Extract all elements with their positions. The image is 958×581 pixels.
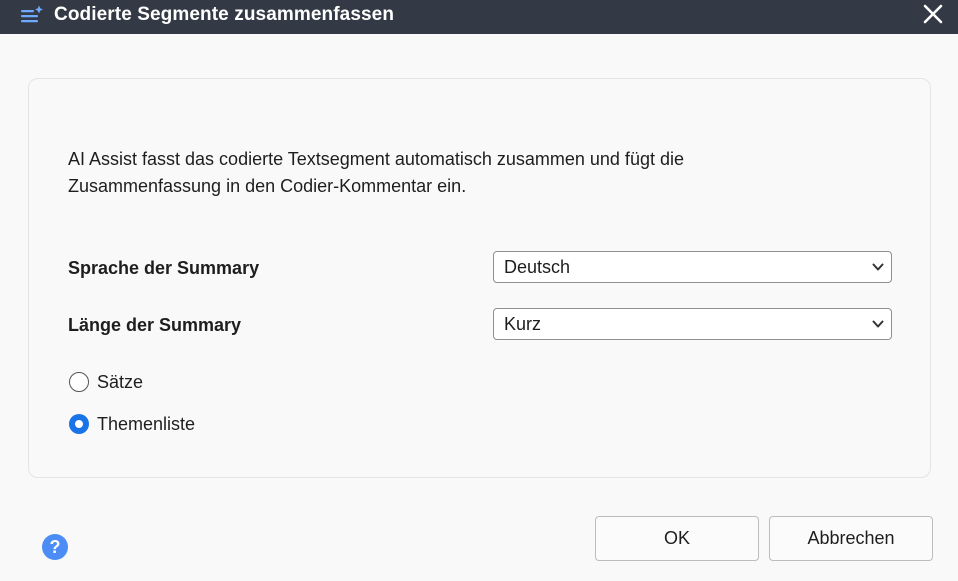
language-label: Sprache der Summary — [68, 258, 260, 278]
ok-button[interactable]: OK — [595, 516, 759, 561]
description-line-2: Zusammenfassung in den Codier-Kommentar … — [68, 176, 467, 196]
language-select-value: Deutsch — [504, 257, 571, 277]
radio-label-themenliste: Themenliste — [97, 414, 196, 434]
description-text: AI Assist fasst das codierte Textsegment… — [68, 146, 828, 200]
dialog-title: Codierte Segmente zusammenfassen — [54, 4, 395, 25]
chevron-down-icon — [872, 263, 884, 271]
language-select[interactable]: Deutsch — [493, 251, 892, 283]
length-select-value: Kurz — [504, 314, 542, 334]
radio-label-saetze: Sätze — [97, 372, 144, 392]
chevron-down-icon — [872, 320, 884, 328]
help-icon[interactable]: ? — [42, 534, 68, 560]
length-label: Länge der Summary — [68, 315, 242, 335]
length-select[interactable]: Kurz — [493, 308, 892, 340]
title-bar: Codierte Segmente zusammenfassen — [0, 0, 958, 34]
description-line-1: AI Assist fasst das codierte Textsegment… — [68, 149, 684, 169]
ai-list-icon — [20, 5, 44, 27]
cancel-button[interactable]: Abbrechen — [769, 516, 933, 561]
radio-button-unchecked[interactable] — [69, 372, 89, 392]
radio-button-checked[interactable] — [69, 414, 89, 434]
close-icon — [923, 4, 943, 24]
close-button[interactable] — [918, 0, 948, 26]
